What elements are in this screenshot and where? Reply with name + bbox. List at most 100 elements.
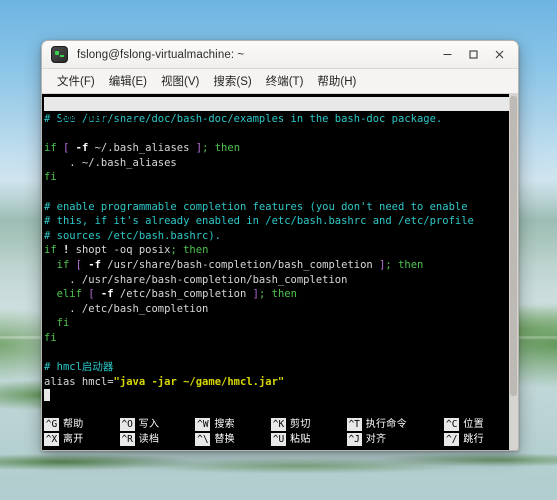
code-token: [ xyxy=(88,288,101,301)
editor-line: fi xyxy=(44,331,518,346)
shortcut-label: 对齐 xyxy=(365,434,387,445)
code-token: -f xyxy=(88,258,108,271)
nano-filename: /home/fslong/.bashrc xyxy=(213,126,340,138)
terminal-area: GNU nano 7.2 /home/fslong/.bashrc # See … xyxy=(42,94,518,450)
editor-line: alias hmcl="java -jar ~/game/hmcl.jar" xyxy=(44,375,518,390)
shortcut-row[interactable]: ^/跳行 xyxy=(444,432,514,447)
shortcut-key: ^T xyxy=(346,418,362,431)
nano-version: GNU nano 7.2 xyxy=(60,112,136,124)
code-token: /usr/share/bash-completion/bash_completi… xyxy=(107,258,380,271)
text-cursor xyxy=(44,389,50,402)
shortcut-key: ^R xyxy=(119,433,135,446)
shortcut-row[interactable]: ^X 离开 xyxy=(44,432,118,447)
editor-line: # this, if it's already enabled in /etc/… xyxy=(44,214,518,229)
shortcut-row[interactable]: ^K 剪切 xyxy=(271,417,345,432)
shortcut-label: 替换 xyxy=(214,434,235,445)
close-button[interactable] xyxy=(486,44,512,66)
code-token: shopt -oq posix xyxy=(75,244,171,257)
shortcut-group: ^K 剪切 ^U 粘贴 xyxy=(271,417,345,447)
code-token: ~/.bash_aliases xyxy=(94,142,196,155)
grass-foreground xyxy=(0,452,557,478)
shortcut-row[interactable]: ^W 搜索 xyxy=(195,417,269,432)
editor-line: fi xyxy=(44,170,518,185)
editor-line: . /etc/bash_completion xyxy=(44,302,518,317)
editor-line: if [ -f /usr/share/bash-completion/bash_… xyxy=(44,258,518,273)
shortcut-row[interactable]: ^C 位置 xyxy=(444,417,514,432)
shortcut-row[interactable]: ^O 写入 xyxy=(119,417,194,432)
editor-line: # sources /etc/bash.bashrc). xyxy=(44,229,518,244)
shortcut-group: ^C 位置 ^/跳行 xyxy=(444,417,514,447)
editor-line: . ~/.bash_aliases xyxy=(44,156,518,171)
menu-item-help[interactable]: 帮助(H) xyxy=(310,71,363,91)
code-token: ; xyxy=(170,244,184,257)
code-token: ; xyxy=(202,142,215,155)
code-token: then xyxy=(398,258,424,271)
shortcut-label: 粘贴 xyxy=(290,434,311,445)
scrollbar-thumb[interactable] xyxy=(510,96,517,396)
editor-line: if [ -f ~/.bash_aliases ]; then xyxy=(44,141,518,156)
editor-line: elif [ -f /etc/bash_completion ]; then xyxy=(44,287,518,302)
shortcut-label: 剪切 xyxy=(290,419,311,430)
shortcut-key: ^X xyxy=(44,433,59,446)
code-token: # sources /etc/bash.bashrc). xyxy=(44,229,222,242)
shortcut-label: 离开 xyxy=(63,434,84,445)
shortcut-row[interactable]: ^T 执行命令 xyxy=(346,417,443,432)
window-titlebar[interactable]: fslong@fslong-virtualmachine: ~ xyxy=(42,41,518,69)
nano-shortcut-bar: ^G 帮助 ^X 离开 ^O 写入 ^R 读档 ^W 搜索 ^\ 替换 ^K 剪切 ^U 粘贴 ^T 执行命令 ^J… xyxy=(42,416,518,450)
code-token: /etc/bash_completion xyxy=(119,288,253,301)
shortcut-group: ^T 执行命令 ^J 对齐 xyxy=(346,417,443,447)
shortcut-key: ^O xyxy=(119,418,135,431)
code-token: fi xyxy=(56,317,70,330)
shortcut-row[interactable]: ^J 对齐 xyxy=(346,432,443,447)
shortcut-key: ^G xyxy=(44,418,59,431)
code-token: ; xyxy=(258,288,272,301)
menu-item-file[interactable]: 文件(F) xyxy=(50,71,102,91)
shortcut-key: ^W xyxy=(195,418,211,431)
terminal-scrollbar[interactable] xyxy=(509,94,518,450)
code-token: . ~/.bash_aliases xyxy=(44,156,177,169)
code-token: then xyxy=(183,244,209,257)
nano-text-buffer[interactable]: # See /usr/share/doc/bash-doc/examples i… xyxy=(42,111,518,416)
shortcut-row[interactable]: ^\ 替换 xyxy=(195,432,269,447)
maximize-button[interactable] xyxy=(460,44,486,66)
shortcut-label: 帮助 xyxy=(63,419,84,430)
code-token: if xyxy=(44,244,63,257)
editor-line: # enable programmable completion feature… xyxy=(44,200,518,215)
editor-line: # hmcl启动器 xyxy=(44,360,518,375)
menu-item-edit[interactable]: 编辑(E) xyxy=(102,71,154,91)
menu-item-view[interactable]: 视图(V) xyxy=(154,71,206,91)
code-token: then xyxy=(214,142,241,155)
code-token: ; xyxy=(385,258,399,271)
code-token: . /usr/share/bash-completion/bash_comple… xyxy=(44,273,348,286)
shortcut-row[interactable]: ^R 读档 xyxy=(119,432,194,447)
shortcut-group: ^O 写入 ^R 读档 xyxy=(119,417,194,447)
code-token: . /etc/bash_completion xyxy=(44,302,209,315)
shortcut-label: 位置 xyxy=(463,419,484,430)
code-token: -f xyxy=(100,288,120,301)
shortcut-row[interactable]: ^G 帮助 xyxy=(44,417,118,432)
terminal-icon xyxy=(51,46,68,63)
editor-line: fi xyxy=(44,316,518,331)
menu-item-terminal[interactable]: 终端(T) xyxy=(259,71,311,91)
code-token: [ xyxy=(75,258,89,271)
shortcut-key: ^/ xyxy=(444,433,460,446)
menu-item-search[interactable]: 搜索(S) xyxy=(206,71,258,91)
window-title: fslong@fslong-virtualmachine: ~ xyxy=(77,48,245,61)
code-token: # hmcl启动器 xyxy=(44,361,114,374)
nano-editor[interactable]: GNU nano 7.2 /home/fslong/.bashrc # See … xyxy=(42,94,518,450)
shortcut-key: ^J xyxy=(346,433,362,446)
shortcut-key: ^C xyxy=(444,418,460,431)
shortcut-label: 搜索 xyxy=(214,419,235,430)
code-token: fi xyxy=(44,171,57,184)
code-token: fi xyxy=(44,331,57,344)
code-token: ! xyxy=(62,244,76,257)
shortcut-label: 读档 xyxy=(138,434,160,445)
shortcut-group: ^W 搜索 ^\ 替换 xyxy=(195,417,269,447)
shortcut-row[interactable]: ^U 粘贴 xyxy=(271,432,345,447)
nano-title-line: GNU nano 7.2 /home/fslong/.bashrc xyxy=(44,97,509,138)
shortcut-label: 跳行 xyxy=(463,434,484,445)
shortcut-key: ^U xyxy=(271,433,287,446)
minimize-button[interactable] xyxy=(434,44,460,66)
